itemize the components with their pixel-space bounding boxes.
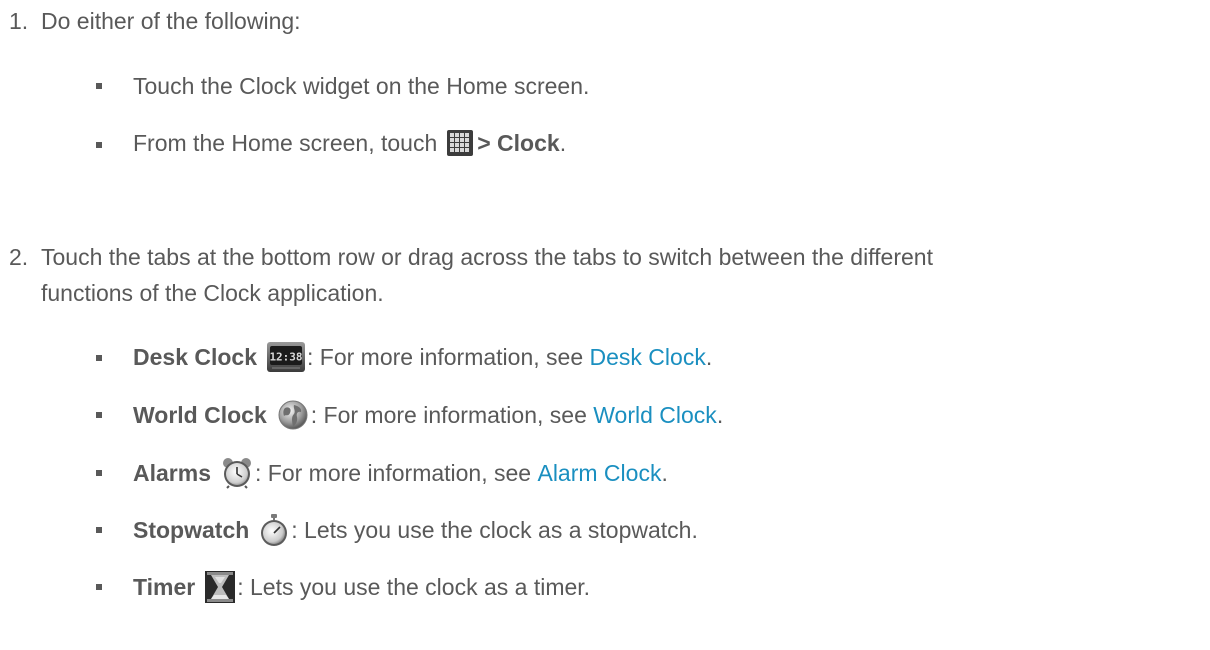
bullet (96, 527, 102, 533)
item-text: World Clock : For more information, see … (133, 399, 723, 431)
item-label: Timer (133, 574, 196, 600)
bullet (96, 470, 102, 476)
item-label: Alarms (133, 460, 211, 486)
apps-grid-icon (447, 130, 474, 156)
bullet (96, 355, 102, 361)
stopwatch-icon (259, 514, 289, 546)
step-2-cont: functions of the Clock application. (0, 279, 1210, 307)
step-text-line1: Touch the tabs at the bottom row or drag… (41, 244, 933, 270)
item-text: Stopwatch : Lets you use the clock as a … (133, 514, 698, 546)
item-text: From the Home screen, touch > Clock . (133, 129, 566, 157)
item-end: . (705, 344, 713, 370)
step-text-line2: functions of the Clock application. (41, 280, 384, 306)
item-text: Alarms : For more information, see Alarm… (133, 457, 668, 489)
world-clock-link[interactable]: World Clock (593, 401, 717, 429)
item-label: Desk Clock (133, 344, 258, 370)
item-desc: : For more information, see (307, 344, 590, 370)
alarm-clock-icon (221, 457, 253, 489)
world-clock-icon (277, 399, 309, 431)
list-item: Touch the Clock widget on the Home scree… (0, 72, 1210, 100)
item-desc: : For more information, see (254, 460, 538, 486)
step-2: 2. Touch the tabs at the bottom row or d… (0, 243, 1210, 271)
item-text: Timer : Lets you use the clock as a time… (133, 571, 590, 603)
item-suffix: . (559, 130, 567, 156)
item-label: Stopwatch (133, 517, 250, 543)
alarm-clock-link[interactable]: Alarm Clock (537, 459, 661, 487)
list-item: From the Home screen, touch > Clock . (0, 129, 1210, 161)
item-end: . (661, 460, 668, 486)
list-item: Stopwatch : Lets you use the clock as a … (0, 514, 1210, 546)
menu-path: > Clock (477, 130, 560, 156)
item-desc: : Lets you use the clock as a timer. (237, 574, 591, 600)
item-prefix: From the Home screen, touch (133, 130, 438, 156)
desk-clock-digits: 12:38 (269, 351, 302, 364)
item-text: Touch the Clock widget on the Home scree… (133, 73, 590, 99)
list-item: Timer : Lets you use the clock as a time… (0, 571, 1210, 603)
list-item: Alarms : For more information, see Alarm… (0, 457, 1210, 489)
item-text: Desk Clock 12:38 : For more information,… (133, 342, 712, 372)
list-item: Desk Clock 12:38 : For more information,… (0, 342, 1210, 374)
bullet (96, 584, 102, 590)
item-desc: : Lets you use the clock as a stopwatch. (291, 517, 698, 543)
hourglass-timer-icon (205, 571, 236, 603)
step-1: 1. Do either of the following: (0, 7, 1210, 35)
bullet (96, 142, 102, 148)
step-number: 1. (9, 8, 29, 34)
step-text: Do either of the following: (41, 8, 301, 34)
step-number: 2. (9, 244, 29, 270)
desk-clock-link[interactable]: Desk Clock (590, 343, 706, 371)
item-end: . (716, 402, 724, 428)
bullet (96, 83, 102, 89)
item-desc: : For more information, see (310, 402, 594, 428)
item-label: World Clock (133, 402, 267, 428)
desk-clock-icon: 12:38 (267, 342, 306, 372)
bullet (96, 412, 102, 418)
list-item: World Clock : For more information, see … (0, 399, 1210, 431)
